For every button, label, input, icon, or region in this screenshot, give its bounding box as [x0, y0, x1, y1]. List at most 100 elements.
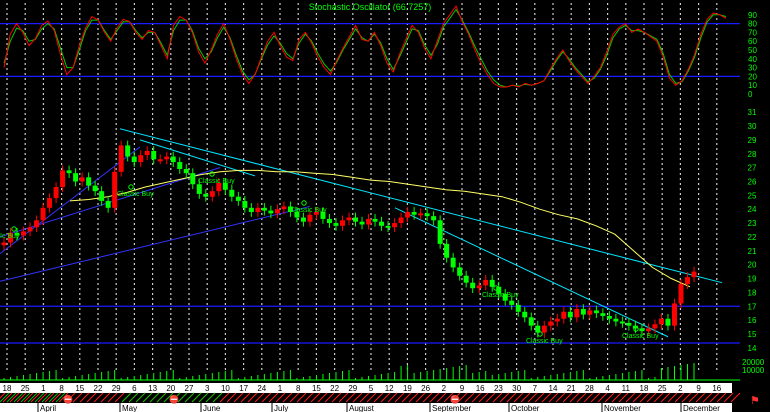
candle-body — [450, 257, 456, 268]
day-tick-label: 30 — [512, 384, 521, 393]
scroll-icon[interactable]: ⚑ — [750, 395, 760, 407]
candle-body — [157, 159, 163, 162]
candle-body — [190, 173, 196, 185]
day-tick-label: 29 — [348, 384, 357, 393]
candle-body — [619, 321, 625, 324]
candle-body — [261, 207, 267, 211]
day-tick-label: 15 — [75, 384, 84, 393]
oscillator-tick-label: 70 — [748, 28, 757, 37]
buy-signal-label: Classic Buy — [482, 292, 519, 299]
candle-body — [86, 177, 92, 186]
candle-body — [131, 156, 137, 163]
day-tick-label: 13 — [148, 384, 157, 393]
candle-body — [405, 211, 411, 218]
day-tick-label: 22 — [94, 384, 103, 393]
price-tick-label: 23 — [748, 219, 757, 228]
day-tick-label: 16 — [712, 384, 721, 393]
candle-body — [366, 218, 372, 225]
candle-body — [66, 170, 72, 174]
candle-body — [457, 267, 463, 276]
day-tick-label: 22 — [330, 384, 339, 393]
candle-body — [470, 282, 476, 289]
day-tick-label: 11 — [622, 384, 631, 393]
candle-body — [431, 216, 437, 221]
price-tick-label: 20 — [748, 261, 757, 270]
candle-body — [105, 200, 111, 208]
price-tick-label: 31 — [748, 108, 757, 117]
candle-body — [359, 221, 365, 225]
day-tick-label: 27 — [185, 384, 194, 393]
day-tick-label: 10 — [221, 384, 230, 393]
axis-icons: ⚑ — [750, 395, 760, 407]
candle-body — [600, 313, 606, 316]
day-tick-label: 9 — [696, 384, 701, 393]
candle-body — [476, 285, 482, 289]
month-label: August — [349, 404, 375, 412]
buy-signal-label: Classic Buy — [622, 333, 659, 340]
price-tick-label: 16 — [748, 316, 757, 325]
day-tick-label: 15 — [312, 384, 321, 393]
candle-body — [626, 322, 632, 326]
day-tick-label: 16 — [476, 384, 485, 393]
candle-body — [229, 189, 235, 197]
day-tick-label: 20 — [166, 384, 175, 393]
buy-signal-label: Classic Buy — [198, 178, 235, 185]
candle-body — [489, 279, 495, 287]
day-tick-label: 8 — [59, 384, 64, 393]
candle-body — [606, 315, 612, 319]
buy-signal-label: Classic Buy — [290, 207, 327, 214]
buy-signal-marker — [209, 171, 215, 177]
day-tick-label: 2 — [442, 384, 447, 393]
price-tick-label: 15 — [748, 330, 757, 339]
candle-body — [639, 328, 645, 332]
day-tick-label: 1 — [278, 384, 283, 393]
candle-body — [333, 223, 339, 226]
oscillator-tick-label: 30 — [748, 64, 757, 73]
candle-body — [21, 231, 27, 236]
candle-body — [300, 217, 306, 222]
candle-body — [613, 318, 619, 322]
day-tick-label: 3 — [205, 384, 210, 393]
candle-body — [339, 220, 345, 226]
volume-panel: 2000010000 — [0, 358, 765, 381]
price-tick-label: 25 — [748, 191, 757, 200]
candle-body — [645, 328, 651, 332]
day-tick-label: 14 — [549, 384, 558, 393]
candle-body — [326, 218, 332, 224]
buy-signal-marker — [301, 200, 307, 206]
candle-body — [138, 155, 144, 163]
candle-body — [203, 193, 209, 197]
candle-body — [242, 200, 248, 208]
event-flag-icon: ⛔ — [63, 394, 73, 404]
day-tick-label: 18 — [640, 384, 649, 393]
oscillator-d-line — [3, 8, 727, 88]
candle-body — [60, 170, 66, 188]
candle-body — [463, 275, 469, 283]
day-tick-label: 28 — [585, 384, 594, 393]
oscillator-tick-label: 20 — [748, 72, 757, 81]
oscillator-title: Stochastic Oscillator (66.7257) — [309, 2, 432, 12]
candle-body — [125, 145, 131, 157]
candle-body — [652, 324, 658, 329]
day-tick-label: 17 — [239, 384, 248, 393]
month-label: May — [122, 404, 137, 412]
candle-body — [593, 310, 599, 314]
oscillator-tick-label: 50 — [748, 46, 757, 55]
candle-body — [372, 218, 378, 222]
day-tick-label: 1 — [41, 384, 46, 393]
day-tick-label: 26 — [421, 384, 430, 393]
candle-body — [398, 217, 404, 224]
candle-body — [353, 217, 359, 222]
month-label: April — [40, 404, 56, 412]
day-tick-label: 19 — [403, 384, 412, 393]
day-tick-label: 23 — [494, 384, 503, 393]
candle-body — [27, 227, 33, 232]
day-tick-label: 7 — [533, 384, 538, 393]
buy-signal-marker — [128, 184, 134, 190]
candle-body — [170, 156, 176, 163]
candle-body — [346, 217, 352, 221]
oscillator-k-line — [3, 4, 727, 88]
candle-body — [424, 213, 430, 217]
candle-body — [418, 213, 424, 216]
buy-signal-label: Classic Buy — [117, 191, 154, 198]
